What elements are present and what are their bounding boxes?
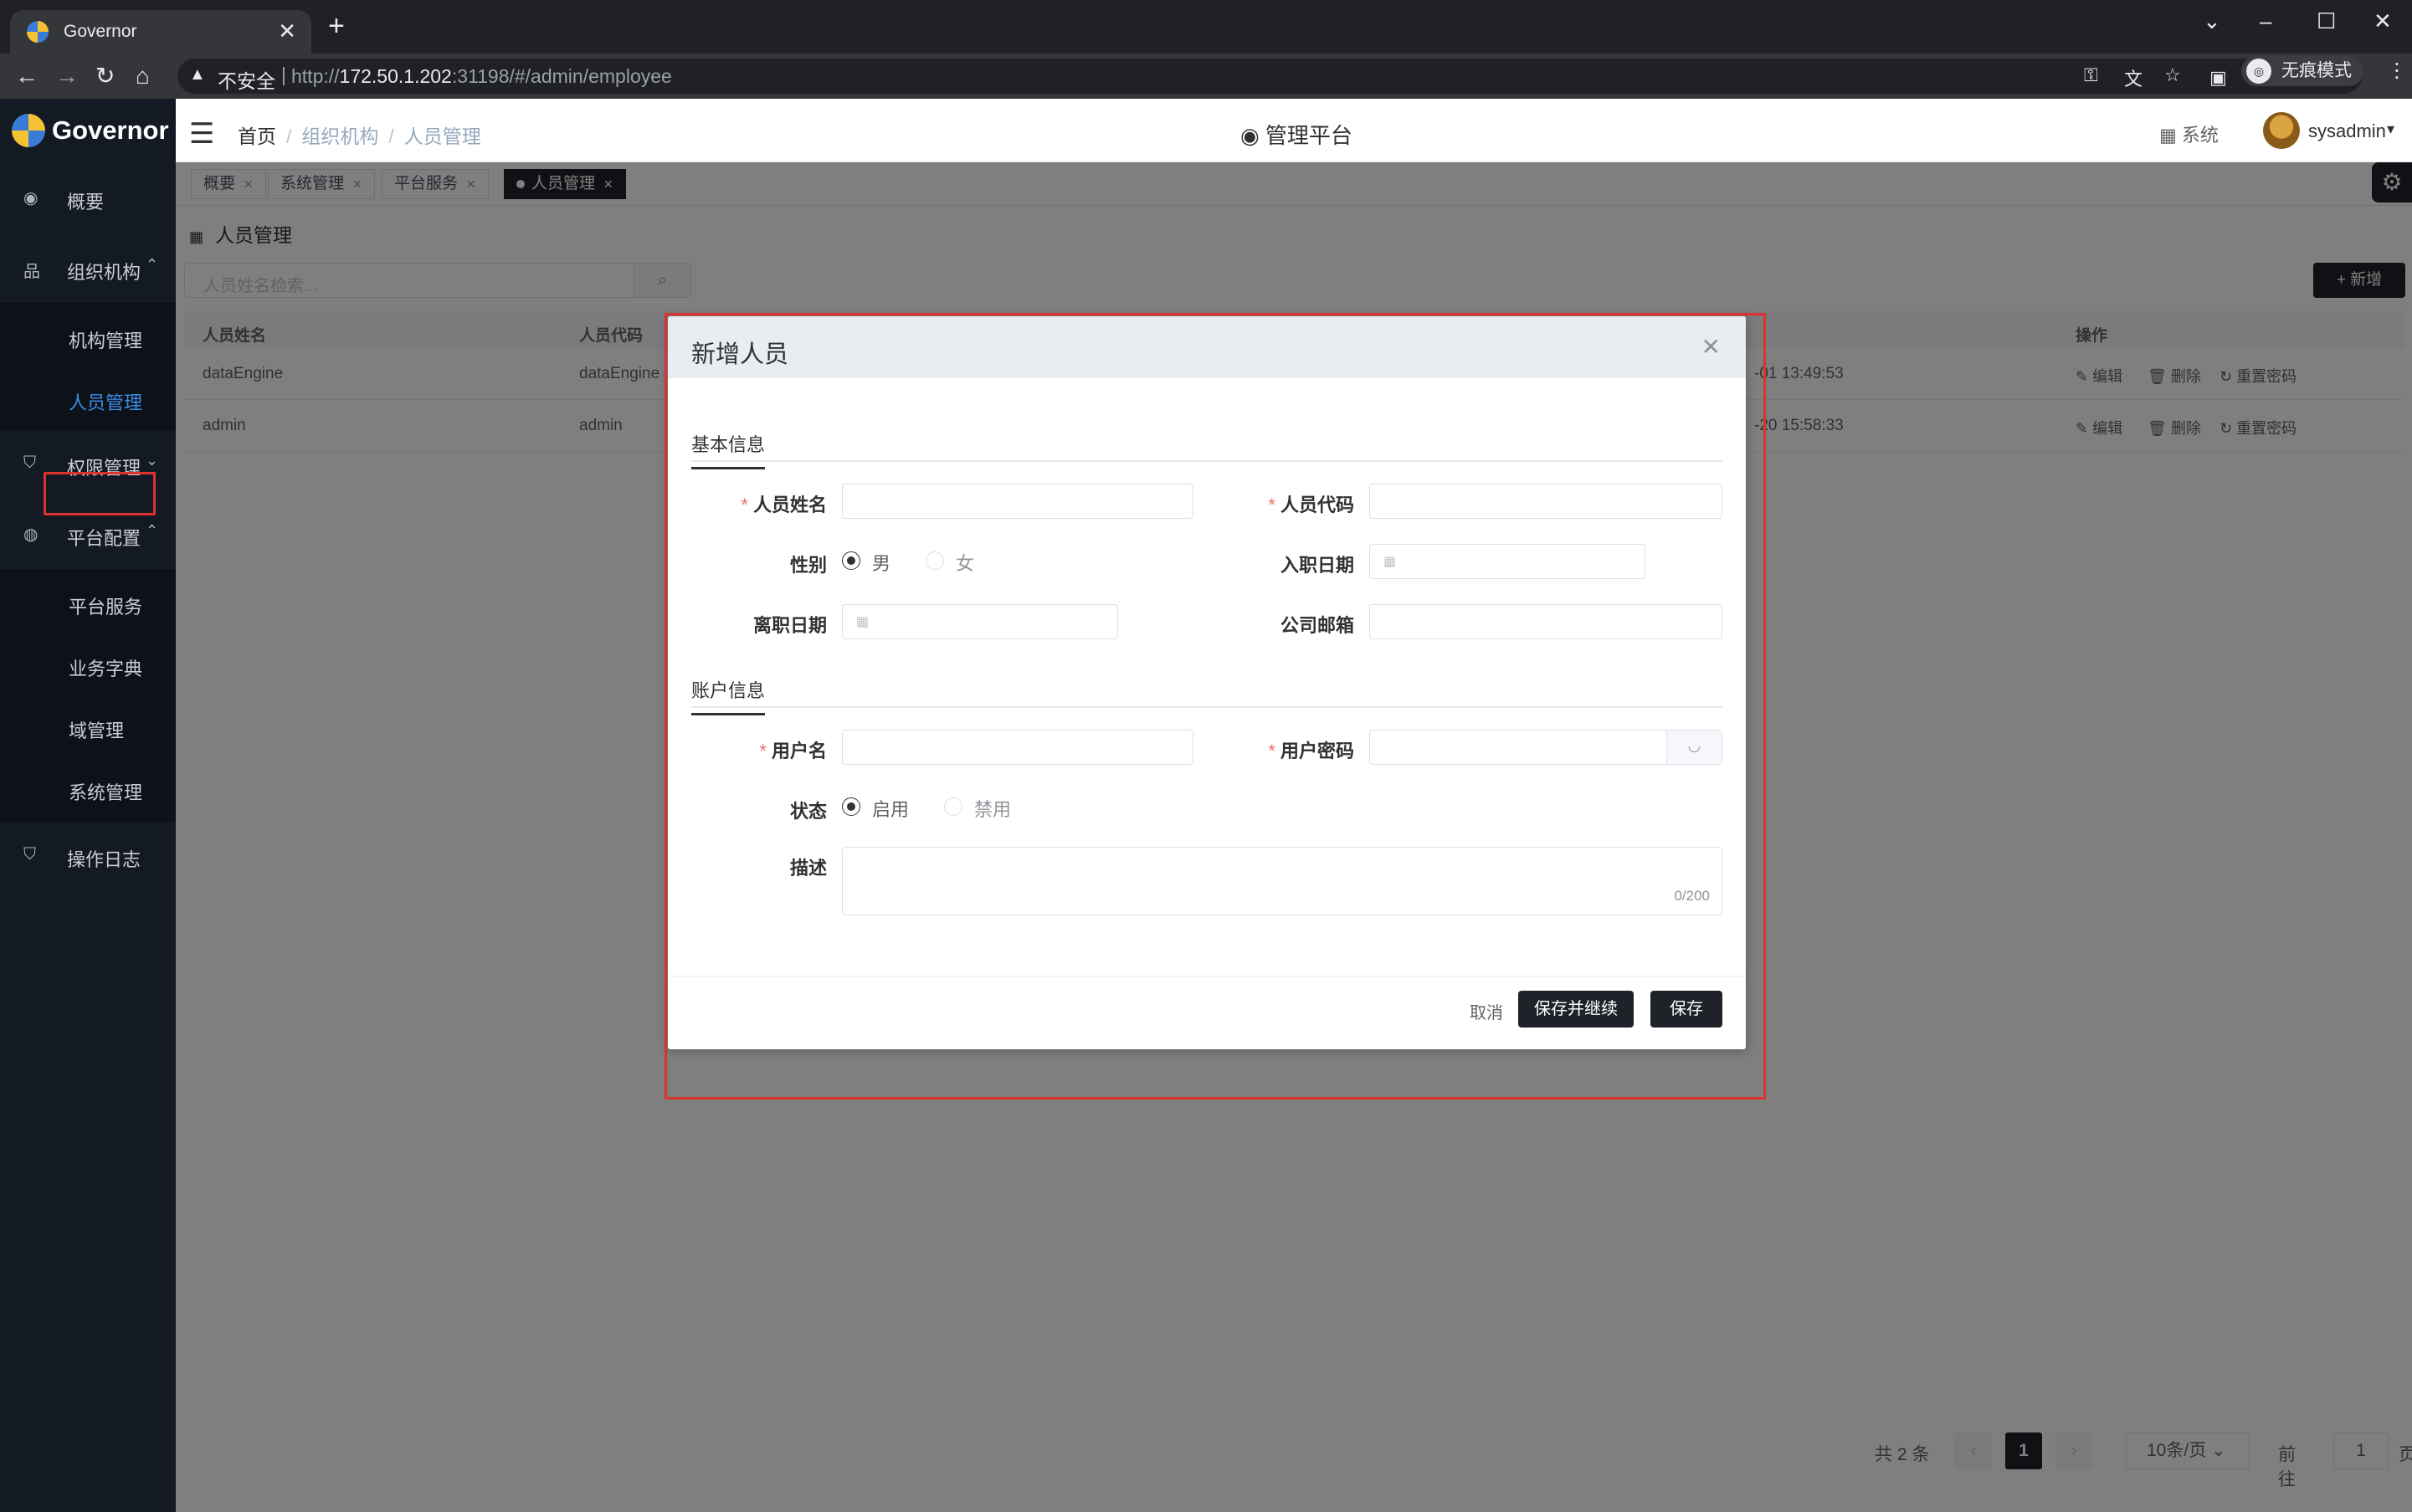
governor-logo-icon [12, 114, 45, 147]
breadcrumb-home[interactable]: 首页 [238, 126, 276, 147]
sidebar: Governor ◉ 概要 品 组织机构 ⌃ 机构管理 人员管理 ⛉ 权限管理 … [0, 99, 176, 1512]
organization-submenu: 机构管理 人员管理 [0, 303, 176, 430]
sidebar-item-system[interactable]: 系统管理 [0, 758, 176, 818]
app-logo[interactable]: Governor [0, 99, 176, 162]
incognito-label: 无痕模式 [2281, 61, 2352, 80]
screen: Governor ✕ + ⌄ – ☐ ✕ ← → ↻ ⌂ ▲ 不安全 | htt… [0, 0, 2412, 1512]
chevron-down-icon: ⌄ [146, 452, 159, 469]
browser-tab-title: Governor [64, 22, 137, 41]
username: sysadmin [2308, 120, 2386, 141]
browser-tabbar: Governor ✕ + ⌄ – ☐ ✕ [0, 0, 2412, 54]
key-icon[interactable]: ⚿ [2084, 64, 2098, 86]
chevron-up-icon: ⌃ [146, 256, 159, 273]
sidebar-item-operation-log[interactable]: ⛉ 操作日志 [0, 823, 176, 890]
insecure-label[interactable]: 不安全 [218, 65, 275, 94]
sidebar-item-label: 概要 [67, 192, 105, 213]
home-icon[interactable]: ⌂ [136, 62, 150, 90]
new-tab-icon[interactable]: + [328, 12, 345, 40]
maximize-icon[interactable]: ☐ [2317, 8, 2336, 34]
browser-tab[interactable]: Governor ✕ [10, 10, 311, 54]
breadcrumb: 首页 / 组织机构 / 人员管理 [238, 126, 481, 147]
translate-icon[interactable]: 文 [2124, 64, 2143, 91]
app-header: ☰ 首页 / 组织机构 / 人员管理 ◉ 管理平台 ▦ 系统 sysadmin ▾ [176, 99, 2412, 162]
logo-text: Governor [52, 115, 169, 145]
warning-icon: ▲ [189, 65, 206, 84]
avatar [2263, 112, 2300, 149]
governor-favicon-icon [27, 21, 49, 43]
highlight-box-dialog [665, 313, 1766, 1099]
dashboard-icon: ◉ [23, 189, 38, 208]
breadcrumb-org: 组织机构 [301, 126, 379, 147]
system-menu-button[interactable]: ▦ 系统 [2159, 120, 2219, 147]
incognito-indicator[interactable]: ◎ 无痕模式 [2241, 56, 2363, 86]
url-text[interactable]: http://172.50.1.202:31198/#/admin/employ… [291, 65, 672, 88]
org-icon: 品 [23, 263, 40, 281]
sidebar-item-overview[interactable]: ◉ 概要 [0, 166, 176, 233]
back-icon[interactable]: ← [15, 62, 38, 90]
platform-title: ◉ 管理平台 [1240, 123, 1352, 148]
sidebar-item-organization[interactable]: 品 组织机构 ⌃ [0, 236, 176, 303]
forward-icon[interactable]: → [55, 62, 79, 90]
browser-menu-icon[interactable]: ⋮ [2387, 59, 2407, 83]
hamburger-menu-icon[interactable]: ☰ [189, 117, 214, 151]
bookmark-star-icon[interactable]: ☆ [2164, 64, 2181, 86]
sidebar-item-institution[interactable]: 机构管理 [0, 306, 176, 366]
address-bar[interactable]: ▲ 不安全 | http://172.50.1.202:31198/#/admi… [177, 59, 2362, 94]
reload-icon[interactable]: ↻ [95, 62, 115, 90]
sidebar-item-label: 平台配置 [67, 528, 141, 549]
sidebar-item-domain[interactable]: 域管理 [0, 696, 176, 756]
extension-icon[interactable]: ▣ [2209, 64, 2227, 92]
shield-icon: ⛉ [23, 454, 36, 472]
tab-search-chevron-icon[interactable]: ⌄ [2203, 8, 2221, 34]
incognito-icon: ◎ [2246, 59, 2271, 84]
highlight-box-personnel [44, 472, 156, 515]
tab-close-icon[interactable]: ✕ [278, 18, 296, 44]
sidebar-item-personnel[interactable]: 人员管理 [0, 368, 176, 428]
eye-icon: ◉ [1240, 123, 1265, 148]
breadcrumb-personnel: 人员管理 [403, 126, 481, 147]
window-close-icon[interactable]: ✕ [2374, 8, 2392, 34]
minimize-icon[interactable]: – [2260, 8, 2271, 34]
url-separator: | [281, 64, 286, 85]
globe-icon: ◍ [23, 525, 38, 544]
log-icon: ⛉ [23, 845, 36, 864]
sidebar-item-label: 操作日志 [67, 849, 141, 870]
browser-toolbar: ← → ↻ ⌂ ▲ 不安全 | http://172.50.1.202:3119… [0, 54, 2412, 99]
grid-icon: ▦ [2159, 125, 2182, 146]
sidebar-item-platform-service[interactable]: 平台服务 [0, 572, 176, 633]
sidebar-item-label: 组织机构 [67, 262, 141, 283]
platform-submenu: 平台服务 业务字典 域管理 系统管理 [0, 569, 176, 822]
caret-down-icon: ▾ [2387, 120, 2395, 137]
chevron-up-icon: ⌃ [146, 522, 159, 539]
sidebar-item-business-dict[interactable]: 业务字典 [0, 634, 176, 694]
